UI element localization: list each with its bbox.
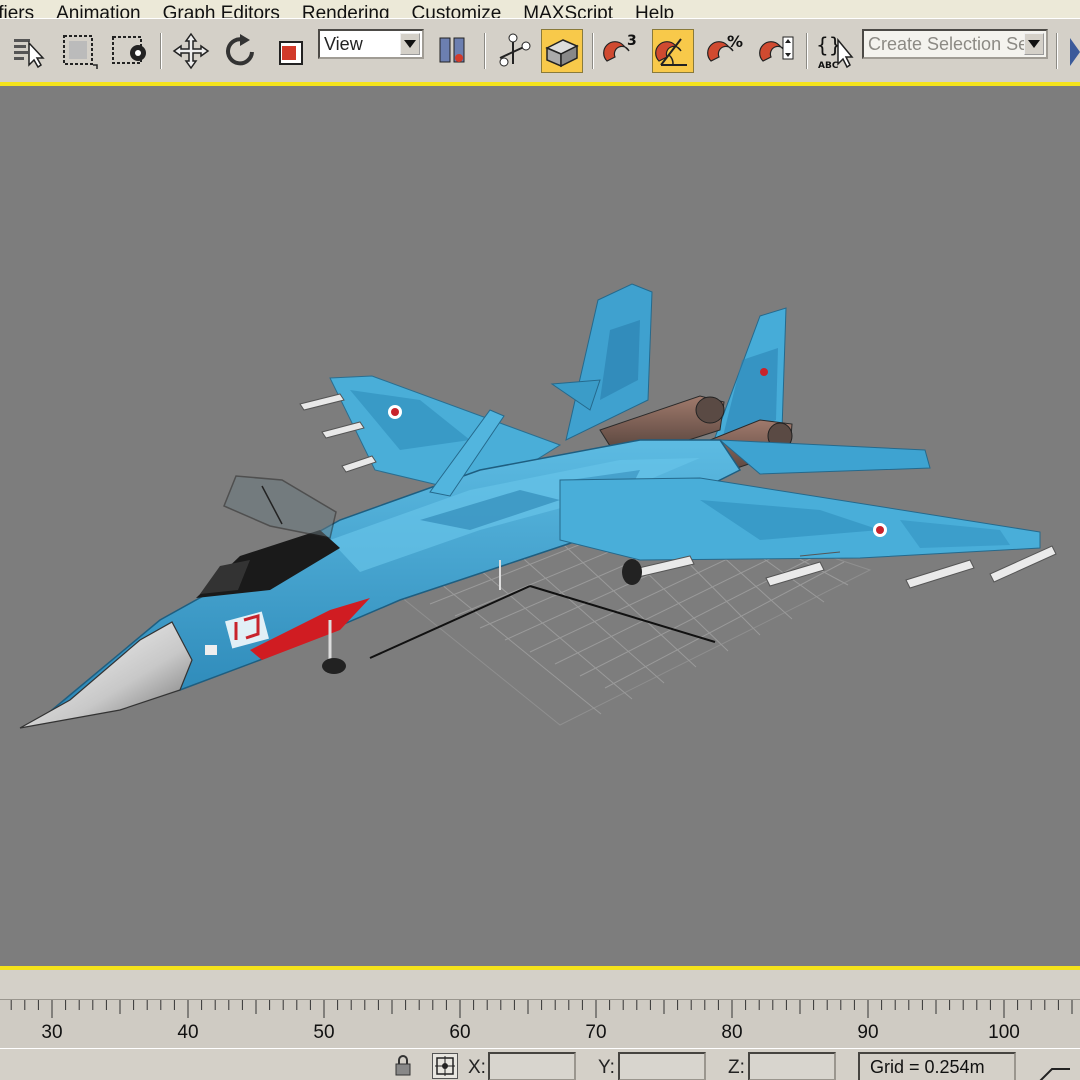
edit-named-selection-button[interactable]: {} ABC [814, 29, 856, 73]
jet-model-scene [19, 283, 1057, 729]
status-bar: X: Y: Z: Grid = 0.254m [0, 1048, 1080, 1080]
reference-coordinate-dropdown[interactable]: View [318, 29, 424, 59]
mirror-icon [1070, 38, 1080, 66]
perspective-viewport[interactable] [0, 86, 1080, 966]
toolbar-separator [484, 33, 486, 69]
percent-label: % [727, 32, 743, 51]
mirror-button[interactable] [1062, 29, 1080, 73]
toolbar-separator [160, 33, 162, 69]
percent-snap-icon: % [707, 32, 743, 62]
select-object-button[interactable] [8, 29, 50, 73]
toolbar-separator [806, 33, 808, 69]
z-coordinate-field[interactable] [748, 1052, 836, 1080]
menu-graph-editors[interactable]: Graph Editors [152, 0, 291, 18]
dropdown-arrow-icon [400, 33, 420, 55]
lock-icon [395, 1055, 411, 1076]
right-wing [559, 477, 1041, 561]
absolute-transform-icon [435, 1056, 455, 1076]
selection-lock-button[interactable] [392, 1053, 414, 1077]
snap-dimension-label: 3 [627, 33, 637, 49]
menu-customize[interactable]: Customize [401, 0, 513, 18]
right-horizontal-stabilizer [718, 439, 931, 475]
rotate-icon [226, 34, 254, 66]
move-icon [172, 32, 210, 70]
tick-label: 40 [177, 1022, 199, 1043]
named-selection-icon: {}ABC [816, 33, 854, 71]
track-bar[interactable]: 30 40 50 60 70 80 90 100 [0, 970, 1080, 1048]
time-ruler[interactable]: 30 40 50 60 70 80 90 100 [0, 1000, 1080, 1048]
spinner-snap-toggle-button[interactable] [756, 29, 798, 73]
select-and-move-button[interactable] [170, 29, 212, 73]
ruler-ticks [10, 1000, 1073, 1018]
auto-key-button[interactable] [1030, 1061, 1080, 1080]
nose-cone [19, 621, 193, 729]
select-object-icon [14, 39, 45, 69]
menu-bar: ifiers Animation Graph Editors Rendering… [0, 0, 1080, 18]
key-icon [1039, 1068, 1070, 1080]
toolbar-separator [592, 33, 594, 69]
menu-rendering[interactable]: Rendering [291, 0, 401, 18]
tick-label: 80 [721, 1022, 743, 1043]
select-and-scale-button[interactable] [270, 29, 312, 73]
time-slider[interactable] [0, 970, 1080, 1000]
spinner-snap-icon [759, 36, 794, 62]
window-crossing-button[interactable] [108, 29, 150, 73]
menu-maxscript[interactable]: MAXScript [512, 0, 624, 18]
keyboard-shortcut-override-button[interactable] [541, 29, 583, 73]
tick-label: 100 [988, 1022, 1020, 1043]
z-coordinate-label: Z: [728, 1057, 745, 1078]
abc-label: ABC [818, 61, 839, 71]
menu-modifiers[interactable]: ifiers [0, 0, 45, 18]
y-coordinate-field[interactable] [618, 1052, 706, 1080]
main-toolbar: View 3 % {} ABC Create Selection Set [0, 18, 1080, 82]
keyboard-shortcut-icon [545, 39, 579, 68]
region-select-button[interactable] [58, 29, 100, 73]
manipulate-icon [499, 33, 531, 67]
menu-help[interactable]: Help [624, 0, 685, 18]
snap-magnet-icon: 3 [603, 33, 637, 62]
grid-spacing-text: Grid = 0.254m [870, 1056, 985, 1077]
absolute-mode-transform-button[interactable] [432, 1053, 458, 1079]
tick-label: 50 [313, 1022, 335, 1043]
menu-animation[interactable]: Animation [45, 0, 152, 18]
scale-icon [279, 41, 303, 65]
tick-label: 30 [41, 1022, 63, 1043]
tick-label: 90 [857, 1022, 879, 1043]
reference-coordinate-value: View [324, 33, 363, 54]
named-selection-sets-placeholder: Create Selection Set [868, 33, 1034, 54]
rectangular-region-icon [63, 35, 98, 69]
angle-snap-icon [655, 38, 687, 66]
named-selection-sets-dropdown[interactable]: Create Selection Set [862, 29, 1048, 59]
y-coordinate-label: Y: [598, 1057, 615, 1078]
percent-snap-toggle-button[interactable]: % [704, 29, 746, 73]
select-and-manipulate-button[interactable] [492, 29, 534, 73]
x-coordinate-field[interactable] [488, 1052, 576, 1080]
pivot-center-icon [439, 37, 465, 63]
use-pivot-center-button[interactable] [432, 29, 474, 73]
window-crossing-icon [112, 36, 146, 64]
dropdown-arrow-icon [1024, 33, 1044, 55]
toolbar-separator [1056, 33, 1058, 69]
snaps-toggle-button[interactable]: 3 [600, 29, 642, 73]
angle-snap-toggle-button[interactable] [652, 29, 694, 73]
grid-spacing-display: Grid = 0.254m [858, 1052, 1016, 1080]
tick-label: 70 [585, 1022, 607, 1043]
tick-label: 60 [449, 1022, 471, 1043]
x-coordinate-label: X: [468, 1057, 486, 1078]
select-and-rotate-button[interactable] [220, 29, 262, 73]
